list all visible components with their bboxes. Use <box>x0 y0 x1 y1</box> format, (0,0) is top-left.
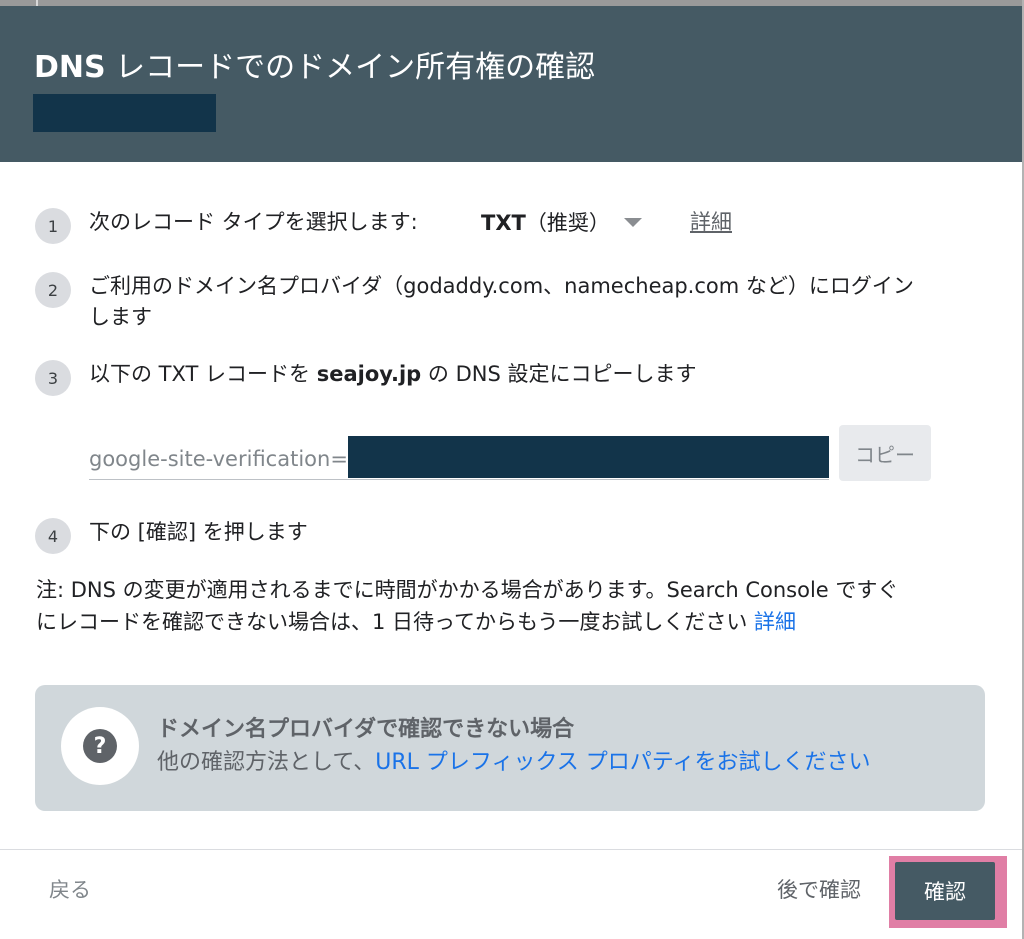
record-type-detail-link[interactable]: 詳細 <box>690 206 732 238</box>
dropdown-arrow-icon <box>623 217 642 227</box>
dns-note-line1: 注: DNS の変更が適用されるまでに時間がかかる場合があります。Search … <box>36 578 899 602</box>
copy-button[interactable]: コピー <box>839 425 931 481</box>
alternative-method-box: ? ドメイン名プロバイダで確認できない場合 他の確認方法として、URL プレフィ… <box>35 685 985 811</box>
record-type-value: TXT（推奨） <box>481 211 610 235</box>
step-4-number: 4 <box>35 518 71 554</box>
step-4-text: 下の [確認] を押します <box>89 520 308 544</box>
redacted-domain <box>33 94 216 132</box>
verification-record-prefix: google-site-verification= <box>89 447 348 471</box>
step-1-text: 次のレコード タイプを選択します: <box>89 210 418 234</box>
verify-button[interactable]: 確認 <box>895 862 995 920</box>
help-icon-circle: ? <box>61 707 139 785</box>
step-2-text-line1: ご利用のドメイン名プロバイダ（godaddy.com、namecheap.com… <box>89 274 914 298</box>
step-2-text-line2: します <box>89 305 152 329</box>
note-detail-link[interactable]: 詳細 <box>754 610 796 634</box>
alternative-method-description: 他の確認方法として、URL プレフィックス プロパティをお試しください <box>157 750 871 775</box>
alternative-method-title: ドメイン名プロバイダで確認できない場合 <box>157 717 575 742</box>
step-1-number: 1 <box>35 208 71 244</box>
dialog-title-text: レコードでのドメイン所有権の確認 <box>105 50 596 85</box>
record-type-select[interactable]: TXT（推奨） <box>481 204 642 240</box>
dns-note-line2: にレコードを確認できない場合は、1 日待ってからもう一度お試しください 詳細 <box>36 610 797 634</box>
dialog-title: DNS レコードでのドメイン所有権の確認 <box>34 48 595 88</box>
redacted-verification-token <box>348 436 829 478</box>
step-3-text: 以下の TXT レコードを seajoy.jp の DNS 設定にコピーします <box>89 362 697 386</box>
dialog-title-bold: DNS <box>34 50 106 85</box>
step-3-number: 3 <box>35 360 71 396</box>
dialog-header: DNS レコードでのドメイン所有権の確認 <box>0 6 1022 162</box>
back-button[interactable]: 戻る <box>49 874 91 906</box>
footer-divider <box>0 849 1022 850</box>
verify-button-highlight: 確認 <box>889 856 1007 928</box>
step-3-domain: seajoy.jp <box>316 362 422 386</box>
dns-note: 注: DNS の変更が適用されるまでに時間がかかる場合があります。Search … <box>36 574 986 638</box>
verify-later-button[interactable]: 後で確認 <box>777 874 861 906</box>
step-2-number: 2 <box>35 272 71 308</box>
question-icon: ? <box>83 729 117 763</box>
url-prefix-property-link[interactable]: URL プレフィックス プロパティをお試しください <box>375 750 870 775</box>
verification-record-field[interactable]: google-site-verification= <box>89 436 829 480</box>
